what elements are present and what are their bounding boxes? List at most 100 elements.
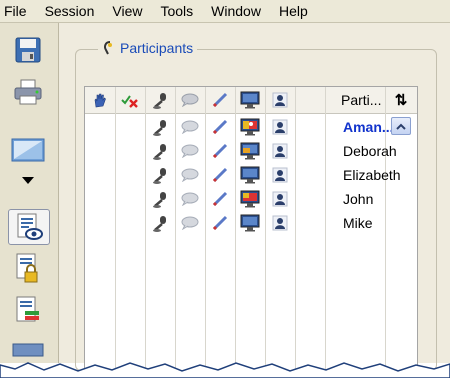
participant-annotate-cell[interactable] [205, 139, 235, 163]
print-button[interactable] [8, 75, 48, 109]
user-icon [272, 143, 288, 159]
participant-chat-cell[interactable] [175, 139, 205, 163]
header-chat[interactable] [175, 87, 205, 113]
participant-user-cell[interactable] [265, 163, 295, 187]
participants-title-icon [104, 41, 112, 55]
locked-document-button[interactable] [8, 251, 48, 285]
participant-video-cell[interactable] [235, 187, 265, 211]
microphone-icon [153, 144, 166, 160]
participant-name[interactable]: Aman... [343, 115, 394, 139]
menu-tools[interactable]: Tools [152, 3, 203, 19]
participant-name[interactable]: Deborah [343, 139, 397, 163]
participant-row[interactable]: Deborah [85, 139, 417, 163]
user-icon [272, 119, 288, 135]
pen-icon [212, 167, 228, 183]
participant-annotate-cell[interactable] [205, 163, 235, 187]
monitor-icon [240, 118, 260, 136]
header-name-column[interactable]: Parti... [341, 87, 381, 113]
left-toolbar [0, 23, 59, 363]
participants-group-title: Participants [98, 40, 198, 56]
participant-audio-cell[interactable] [145, 139, 175, 163]
participant-video-cell[interactable] [235, 211, 265, 235]
participant-chat-cell[interactable] [175, 211, 205, 235]
participant-audio-cell[interactable] [145, 115, 175, 139]
monitor-icon [240, 214, 260, 232]
header-raise-hand[interactable] [85, 87, 115, 113]
pen-icon [212, 215, 228, 231]
header-annotate[interactable] [205, 87, 235, 113]
participant-user-cell[interactable] [265, 139, 295, 163]
user-icon [272, 191, 288, 207]
participant-name[interactable]: John [343, 187, 373, 211]
participant-video-cell[interactable] [235, 139, 265, 163]
header-audio[interactable] [145, 87, 175, 113]
print-icon [14, 79, 42, 105]
locked-document-icon [16, 253, 38, 283]
header-video[interactable] [235, 87, 265, 113]
chevron-up-icon [396, 123, 406, 130]
name-column-label: Parti... [341, 92, 382, 108]
pen-icon [212, 119, 228, 135]
participant-chat-cell[interactable] [175, 187, 205, 211]
participant-audio-cell[interactable] [145, 187, 175, 211]
chat-bubble-icon [181, 216, 199, 230]
pen-icon [212, 92, 228, 108]
chat-bubble-icon [181, 168, 199, 182]
participant-annotate-cell[interactable] [205, 211, 235, 235]
participant-video-cell[interactable] [235, 115, 265, 139]
monitor-icon [240, 91, 260, 109]
menu-help[interactable]: Help [271, 3, 318, 19]
microphone-icon [153, 192, 166, 208]
revoke-icon [121, 95, 138, 108]
participant-user-cell[interactable] [265, 115, 295, 139]
microphone-icon [153, 93, 166, 109]
participant-annotate-cell[interactable] [205, 115, 235, 139]
participant-row[interactable]: Mike [85, 211, 417, 235]
chat-bubble-icon [181, 120, 199, 134]
participants-view-button[interactable] [8, 209, 50, 245]
status-list-button[interactable] [8, 293, 48, 327]
participant-row[interactable]: John [85, 187, 417, 211]
participants-group: Participants Parti... ⇅ Aman... Deborah … [75, 40, 437, 378]
menu-session[interactable]: Session [37, 3, 105, 19]
chat-bubble-icon [181, 192, 199, 206]
whiteboard-button[interactable] [8, 133, 48, 167]
user-icon [272, 92, 288, 108]
save-icon [15, 37, 41, 63]
participant-row[interactable]: Aman... [85, 115, 417, 139]
sort-button[interactable]: ⇅ [385, 87, 417, 113]
toolbar-dropdown[interactable] [8, 169, 48, 193]
header-user[interactable] [265, 87, 295, 113]
hand-icon [94, 93, 106, 108]
save-button[interactable] [8, 33, 48, 67]
menu-window[interactable]: Window [203, 3, 271, 19]
dropdown-arrow-icon [22, 177, 34, 184]
whiteboard-icon [11, 138, 45, 162]
participants-table: Parti... ⇅ Aman... Deborah Elizabeth John Mi… [84, 86, 418, 378]
microphone-icon [153, 120, 166, 136]
participant-video-cell[interactable] [235, 163, 265, 187]
participant-row[interactable]: Elizabeth [85, 163, 417, 187]
participant-chat-cell[interactable] [175, 115, 205, 139]
participant-annotate-cell[interactable] [205, 187, 235, 211]
participant-user-cell[interactable] [265, 211, 295, 235]
microphone-icon [153, 216, 166, 232]
header-permissions[interactable] [115, 87, 145, 113]
participant-name[interactable]: Elizabeth [343, 163, 401, 187]
participant-user-cell[interactable] [265, 187, 295, 211]
monitor-icon [240, 190, 260, 208]
participant-audio-cell[interactable] [145, 163, 175, 187]
participant-name[interactable]: Mike [343, 211, 373, 235]
chat-bubble-icon [181, 93, 199, 107]
menu-view[interactable]: View [104, 3, 152, 19]
user-icon [272, 167, 288, 183]
monitor-icon [240, 142, 260, 160]
participants-title: Participants [120, 40, 194, 56]
participant-audio-cell[interactable] [145, 211, 175, 235]
scroll-up-button[interactable] [391, 117, 411, 135]
participants-view-icon [17, 213, 43, 240]
menu-file[interactable]: File [0, 3, 37, 19]
participant-chat-cell[interactable] [175, 163, 205, 187]
torn-edge [0, 362, 450, 378]
sort-icon: ⇅ [394, 92, 408, 109]
